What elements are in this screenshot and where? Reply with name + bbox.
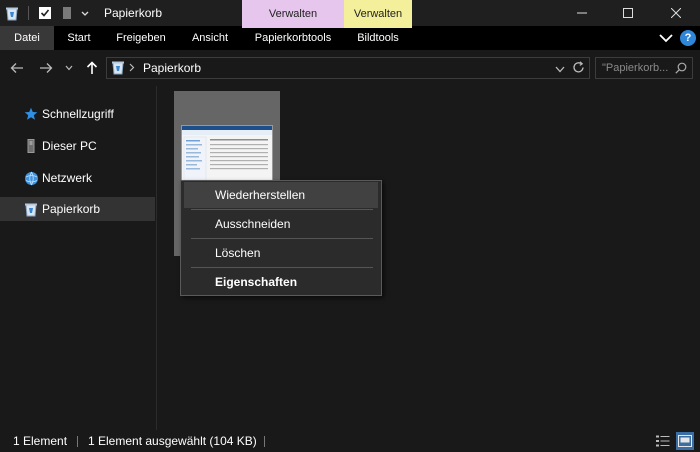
- menu-separator: [191, 209, 373, 210]
- status-selection: 1 Element ausgewählt (104 KB): [88, 434, 257, 448]
- tab-datei[interactable]: Datei: [0, 26, 54, 50]
- tab-bildtools[interactable]: Bildtools: [344, 26, 412, 50]
- menu-item-wiederherstellen[interactable]: Wiederherstellen: [184, 182, 378, 208]
- window-title: Papierkorb: [104, 6, 163, 20]
- computer-icon: [23, 138, 39, 154]
- tab-papierkorbtools[interactable]: Papierkorbtools: [242, 26, 344, 50]
- menu-item-ausschneiden[interactable]: Ausschneiden: [184, 211, 378, 237]
- expand-ribbon-chevron-icon[interactable]: [658, 30, 674, 46]
- large-icons-view-icon[interactable]: [676, 432, 694, 450]
- recycle-bin-icon: [23, 201, 39, 217]
- context-tab-manage-recycle[interactable]: Verwalten: [242, 0, 344, 26]
- context-menu: Wiederherstellen Ausschneiden Löschen Ei…: [180, 180, 382, 296]
- status-separator: [264, 436, 265, 447]
- search-input[interactable]: "Papierkorb...: [595, 57, 693, 79]
- close-button[interactable]: [651, 0, 700, 26]
- status-separator: [77, 436, 78, 447]
- tab-freigeben[interactable]: Freigeben: [104, 26, 178, 50]
- ribbon-tabs: Datei Start Freigeben Ansicht Papierkorb…: [0, 26, 700, 50]
- menu-separator: [191, 238, 373, 239]
- nav-item-schnellzugriff[interactable]: Schnellzugriff: [0, 102, 155, 126]
- file-thumbnail: [181, 125, 273, 185]
- nav-item-netzwerk[interactable]: Netzwerk: [0, 166, 155, 190]
- address-bar[interactable]: Papierkorb: [106, 57, 590, 79]
- help-icon[interactable]: ?: [680, 30, 696, 46]
- network-icon: [23, 170, 39, 186]
- maximize-button[interactable]: [605, 0, 651, 26]
- title-bar: Papierkorb Verwalten Verwalten: [0, 0, 700, 26]
- details-view-icon[interactable]: [654, 432, 672, 450]
- minimize-button[interactable]: [559, 0, 605, 26]
- forward-arrow-icon[interactable]: [37, 59, 55, 77]
- separator: [28, 6, 29, 20]
- star-icon: [23, 106, 39, 122]
- navigation-pane: Schnellzugriff Dieser PC Netzwerk Papier…: [0, 86, 157, 430]
- back-arrow-icon[interactable]: [8, 59, 26, 77]
- menu-item-eigenschaften[interactable]: Eigenschaften: [184, 269, 378, 295]
- address-row: Papierkorb "Papierkorb...: [0, 50, 700, 86]
- breadcrumb-papierkorb[interactable]: Papierkorb: [143, 58, 201, 78]
- menu-item-loeschen[interactable]: Löschen: [184, 240, 378, 266]
- status-bar: 1 Element 1 Element ausgewählt (104 KB): [0, 430, 700, 452]
- breadcrumb-chevron-icon[interactable]: [129, 63, 135, 75]
- search-placeholder: "Papierkorb...: [602, 62, 669, 74]
- nav-item-label: Schnellzugriff: [42, 107, 114, 121]
- refresh-icon[interactable]: [572, 61, 585, 77]
- address-dropdown-chevron-icon[interactable]: [555, 64, 565, 76]
- properties-icon[interactable]: [37, 5, 53, 21]
- new-folder-icon[interactable]: [59, 5, 75, 21]
- up-arrow-icon[interactable]: [83, 59, 101, 77]
- nav-item-papierkorb[interactable]: Papierkorb: [0, 197, 155, 221]
- context-tab-manage-picture[interactable]: Verwalten: [344, 0, 412, 26]
- menu-separator: [191, 267, 373, 268]
- status-item-count: 1 Element: [13, 434, 68, 448]
- nav-item-dieser-pc[interactable]: Dieser PC: [0, 134, 155, 158]
- recycle-bin-icon: [111, 60, 125, 78]
- tab-ansicht[interactable]: Ansicht: [178, 26, 242, 50]
- customize-toolbar-chevron-icon[interactable]: [77, 5, 93, 21]
- recent-locations-chevron-icon[interactable]: [62, 59, 76, 77]
- tab-start[interactable]: Start: [54, 26, 104, 50]
- recycle-bin-icon: [4, 5, 20, 21]
- nav-item-label: Netzwerk: [42, 171, 93, 185]
- nav-item-label: Dieser PC: [42, 139, 97, 153]
- search-icon[interactable]: [675, 62, 687, 77]
- quick-access-toolbar: [0, 0, 93, 26]
- nav-item-label: Papierkorb: [42, 202, 101, 216]
